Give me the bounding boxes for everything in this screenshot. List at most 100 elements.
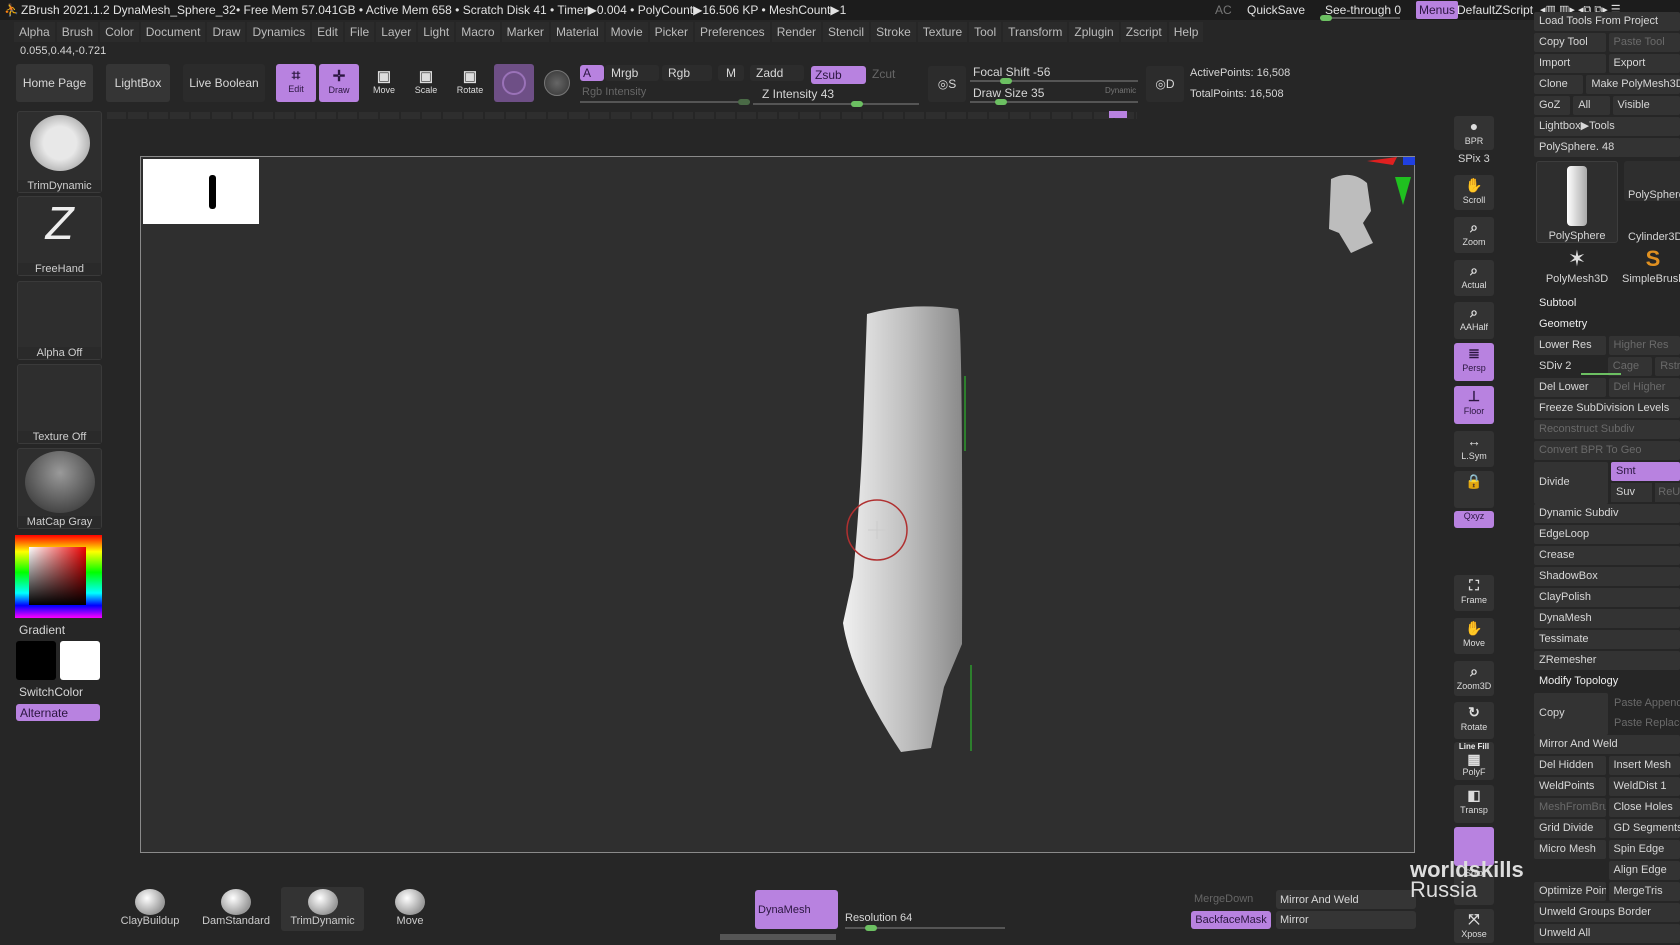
lsym-button[interactable]: ↔ L.Sym bbox=[1454, 431, 1494, 467]
shelf-brush-trimdynamic[interactable]: TrimDynamic bbox=[281, 887, 364, 931]
copy-tool-button[interactable]: Copy Tool bbox=[1534, 33, 1606, 52]
menu-macro[interactable]: Macro bbox=[456, 22, 500, 42]
crease-button[interactable]: Crease bbox=[1534, 546, 1680, 565]
menu-zscript[interactable]: Zscript bbox=[1120, 22, 1167, 42]
main-color-swatch[interactable] bbox=[60, 641, 100, 680]
menu-texture[interactable]: Texture bbox=[917, 22, 968, 42]
convert-bpr-button[interactable]: Convert BPR To Geo bbox=[1534, 441, 1680, 460]
menu-alpha[interactable]: Alpha bbox=[14, 22, 55, 42]
scroll-button[interactable]: ✋ Scroll bbox=[1454, 175, 1494, 210]
weldpoints-button[interactable]: WeldPoints bbox=[1534, 777, 1606, 796]
xpose-button[interactable]: ⤧ Xpose bbox=[1454, 909, 1494, 943]
home-page-button[interactable]: Home Page bbox=[16, 64, 93, 102]
texture-thumbnail[interactable]: Texture Off bbox=[17, 364, 102, 444]
timeline-ruler[interactable] bbox=[107, 112, 1137, 119]
paste-replace-button[interactable]: Paste Replace bbox=[1611, 713, 1680, 733]
visible-button[interactable]: Visible bbox=[1612, 96, 1680, 115]
claypolish-button[interactable]: ClayPolish bbox=[1534, 588, 1680, 607]
rgb-intensity-slider[interactable] bbox=[580, 99, 750, 105]
lower-res-button[interactable]: Lower Res bbox=[1534, 336, 1606, 355]
stroke-thumbnail[interactable]: Z FreeHand bbox=[17, 196, 102, 276]
material-sphere-button[interactable] bbox=[494, 64, 534, 102]
menu-render[interactable]: Render bbox=[771, 22, 822, 42]
tool-thumb-cylinder[interactable]: Cylinder3D bbox=[1624, 205, 1680, 243]
load-tools-button[interactable]: Load Tools From Project bbox=[1534, 12, 1680, 31]
mirror-shelf-button[interactable]: Mirror bbox=[1276, 911, 1416, 929]
smt-toggle[interactable]: Smt bbox=[1611, 462, 1680, 481]
lightbox-button[interactable]: LightBox bbox=[106, 64, 170, 102]
del-higher-button[interactable]: Del Higher bbox=[1608, 378, 1680, 397]
mirror-and-weld-shelf-button[interactable]: Mirror And Weld bbox=[1276, 890, 1416, 909]
current-tool-slider[interactable]: PolySphere. 48 bbox=[1534, 138, 1680, 157]
color-square[interactable] bbox=[29, 547, 86, 605]
geometry-header[interactable]: Geometry bbox=[1534, 315, 1680, 334]
mirror-and-weld-button[interactable]: Mirror And Weld bbox=[1534, 735, 1680, 754]
mergedown-button[interactable]: MergeDown bbox=[1194, 893, 1253, 905]
zadd-button[interactable]: Zadd bbox=[750, 65, 804, 81]
tool-thumb-polysphere-small[interactable]: PolySphere bbox=[1624, 161, 1680, 201]
ac-label[interactable]: AC bbox=[1215, 0, 1232, 20]
sculptris-s-icon[interactable]: ◎S bbox=[928, 66, 966, 102]
live-boolean-button[interactable]: Live Boolean bbox=[183, 64, 265, 102]
export-button[interactable]: Export bbox=[1608, 54, 1680, 73]
resolution-slider[interactable] bbox=[845, 925, 1005, 931]
reuv-toggle[interactable]: ReUV bbox=[1655, 483, 1680, 502]
sculpt-mesh[interactable] bbox=[843, 306, 963, 752]
shelf-brush-move[interactable]: Move bbox=[385, 887, 435, 931]
copy-subtool-button[interactable]: Copy bbox=[1534, 693, 1608, 735]
frame-button[interactable]: ⛶ Frame bbox=[1454, 575, 1494, 611]
secondary-color-swatch[interactable] bbox=[16, 641, 56, 680]
menu-transform[interactable]: Transform bbox=[1003, 22, 1068, 42]
freeze-subdiv-button[interactable]: Freeze SubDivision Levels bbox=[1534, 399, 1680, 418]
suv-toggle[interactable]: Suv bbox=[1611, 483, 1653, 502]
z-intensity-slider[interactable] bbox=[753, 101, 919, 107]
quicksave-button[interactable]: QuickSave bbox=[1247, 0, 1305, 20]
menu-tool[interactable]: Tool bbox=[969, 22, 1002, 42]
backfacemask-button[interactable]: BackfaceMask bbox=[1191, 911, 1271, 929]
import-button[interactable]: Import bbox=[1534, 54, 1606, 73]
s-sphere-icon[interactable] bbox=[544, 70, 570, 96]
clone-button[interactable]: Clone bbox=[1534, 75, 1584, 94]
modify-topology-header[interactable]: Modify Topology bbox=[1534, 672, 1680, 691]
rotate-button[interactable]: ▣ Rotate bbox=[450, 64, 490, 102]
mergetris-button[interactable]: MergeTris bbox=[1608, 882, 1680, 901]
micro-mesh-button[interactable]: Micro Mesh bbox=[1534, 840, 1606, 859]
edit-button[interactable]: ⌗ Edit bbox=[276, 64, 316, 102]
timeline-marker[interactable] bbox=[1109, 111, 1127, 118]
switchcolor-button[interactable]: SwitchColor bbox=[19, 685, 83, 699]
focal-shift-slider[interactable] bbox=[970, 78, 1138, 84]
zcut-button[interactable]: Zcut bbox=[872, 67, 895, 81]
unweld-groups-border-button[interactable]: Unweld Groups Border bbox=[1534, 903, 1680, 922]
menus-button[interactable]: Menus bbox=[1416, 1, 1459, 19]
zoom-button[interactable]: ⌕ Zoom bbox=[1454, 217, 1494, 253]
tool-thumb-simplebrush[interactable]: S SimpleBrush bbox=[1622, 247, 1680, 287]
menu-color[interactable]: Color bbox=[100, 22, 139, 42]
dynamic-label[interactable]: Dynamic bbox=[1105, 86, 1136, 95]
tool-thumb-polysphere[interactable]: PolySphere bbox=[1536, 161, 1618, 243]
dynamesh-button[interactable]: DynaMesh bbox=[755, 890, 838, 929]
viewport-canvas[interactable] bbox=[140, 156, 1415, 853]
dynamesh-button[interactable]: DynaMesh bbox=[1534, 609, 1680, 628]
dynamic-subdiv-button[interactable]: Dynamic Subdiv bbox=[1534, 504, 1680, 523]
del-lower-button[interactable]: Del Lower bbox=[1534, 378, 1606, 397]
menu-help[interactable]: Help bbox=[1168, 22, 1204, 42]
scale-button[interactable]: ▣ Scale bbox=[406, 64, 446, 102]
paste-append-button[interactable]: Paste Append bbox=[1611, 693, 1680, 713]
spin-edge-button[interactable]: Spin Edge bbox=[1608, 840, 1680, 859]
spix-slider[interactable]: SPix 3 bbox=[1458, 153, 1490, 165]
menu-layer[interactable]: Layer bbox=[376, 22, 417, 42]
menu-stroke[interactable]: Stroke bbox=[871, 22, 916, 42]
goz-button[interactable]: GoZ bbox=[1534, 96, 1571, 115]
rgb-button[interactable]: Rgb bbox=[662, 65, 712, 81]
zoom3d-button[interactable]: ⌕ Zoom3D bbox=[1454, 661, 1494, 696]
menu-preferences[interactable]: Preferences bbox=[694, 22, 770, 42]
optimize-points-button[interactable]: Optimize Points bbox=[1534, 882, 1606, 901]
shelf-brush-damstandard[interactable]: DamStandard bbox=[199, 887, 273, 931]
menu-material[interactable]: Material bbox=[550, 22, 604, 42]
reconstruct-subdiv-button[interactable]: Reconstruct Subdiv bbox=[1534, 420, 1680, 439]
menu-zplugin[interactable]: Zplugin bbox=[1069, 22, 1119, 42]
lock-button[interactable]: 🔒 bbox=[1454, 471, 1494, 508]
a-button[interactable]: A bbox=[580, 65, 604, 81]
move-button[interactable]: ✋ Move bbox=[1454, 618, 1494, 654]
tessimate-button[interactable]: Tessimate bbox=[1534, 630, 1680, 649]
